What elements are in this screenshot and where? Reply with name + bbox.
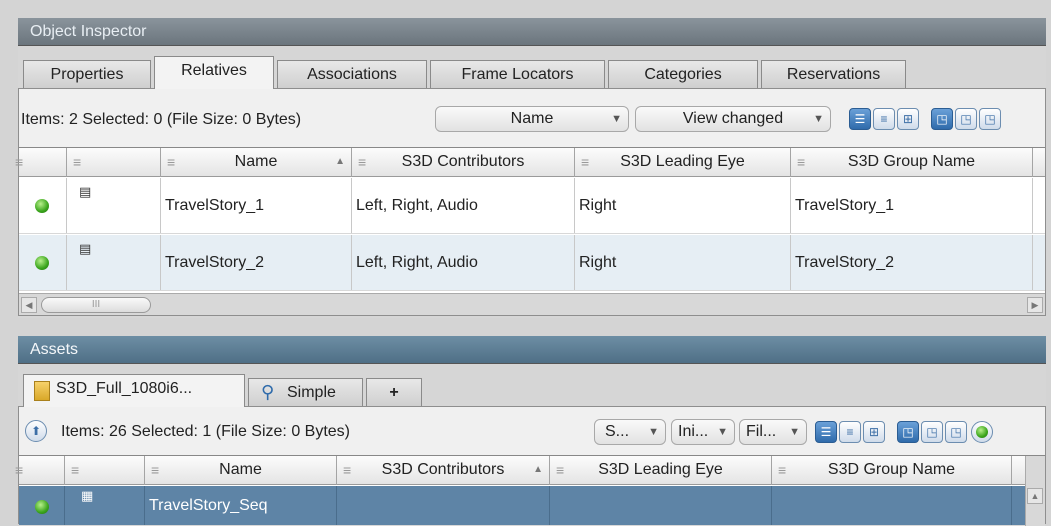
green-status-dot-icon	[35, 256, 49, 270]
status-column-header[interactable]: ≡	[15, 148, 67, 177]
group-object-icon: ▤	[79, 241, 91, 256]
panel-title: Assets	[18, 336, 1046, 364]
column-header-contributors[interactable]: ≡ S3D Contributors	[352, 148, 575, 177]
cell-group-name: TravelStory_1	[791, 178, 1033, 233]
large-panel-icon[interactable]: ◳	[931, 108, 953, 130]
column-header-group-name[interactable]: ≡ S3D Group Name	[791, 148, 1033, 177]
sort-dropdown[interactable]: Name ▼	[435, 106, 629, 132]
filter-dropdown-1[interactable]: S... ▼	[594, 419, 666, 445]
assets-content: ⬆ Items: 26 Selected: 1 (File Size: 0 By…	[15, 406, 1046, 526]
medium-panel-icon[interactable]: ◳	[955, 108, 977, 130]
column-header-name[interactable]: ≡ Name ▲	[161, 148, 352, 177]
tab-s3d-full[interactable]: S3D_Full_1080i6...	[23, 374, 245, 407]
thumbnail-view-icon[interactable]: ⊞	[897, 108, 919, 130]
table-header: ≡ ≡ ≡ Name ▲ ≡ S3D Contributors ≡ S3D Leadi…	[15, 148, 1045, 177]
table-header: ≡ ≡ ≡ Name ≡ S3D Contributors ▲ ≡ S3D Leadi…	[15, 456, 1045, 485]
add-tab-button[interactable]: +	[366, 378, 422, 406]
cell-leading-eye	[550, 486, 772, 525]
view-dropdown-value: View changed	[682, 110, 784, 127]
column-header-leading-eye[interactable]: ≡ S3D Leading Eye	[575, 148, 791, 177]
list-view-icon[interactable]: ☰	[815, 421, 837, 443]
sort-asc-icon: ▲	[335, 156, 345, 167]
sequence-icon: ▦	[81, 488, 93, 503]
inspector-toolbar: Items: 2 Selected: 0 (File Size: 0 Bytes…	[19, 89, 1045, 137]
status-light-icon[interactable]	[971, 421, 993, 443]
large-panel-icon[interactable]: ◳	[897, 421, 919, 443]
assets-table: ≡ ≡ ≡ Name ≡ S3D Contributors ▲ ≡ S3D Leadi…	[15, 455, 1045, 526]
sort-dropdown-value: Name	[510, 110, 554, 127]
cell-contributors	[337, 486, 550, 525]
tab-properties[interactable]: Properties	[23, 60, 151, 88]
green-status-dot-icon	[35, 500, 49, 514]
items-count-label: Items: 2 Selected: 0 (File Size: 0 Bytes…	[21, 111, 302, 128]
folder-icon	[34, 381, 50, 401]
cell-name: TravelStory_1	[161, 178, 352, 233]
horizontal-scrollbar[interactable]: ◀ III ▶	[19, 293, 1045, 315]
assets-tabs: S3D_Full_1080i6... ⚲ Simple +	[18, 374, 1046, 407]
table-row[interactable]: ▤ TravelStory_2 Left, Right, Audio Right…	[19, 235, 1045, 291]
tab-frame-locators[interactable]: Frame Locators	[430, 60, 605, 88]
table-row[interactable]: ▤ TravelStory_1 Left, Right, Audio Right…	[19, 178, 1045, 234]
column-header-name[interactable]: ≡ Name	[145, 456, 337, 485]
column-header-leading-eye[interactable]: ≡ S3D Leading Eye	[550, 456, 772, 485]
sort-asc-icon: ▲	[533, 464, 543, 475]
assets-panel: Assets S3D_Full_1080i6... ⚲ Simple + ⬆ I…	[15, 336, 1046, 526]
chevron-down-icon: ▼	[611, 113, 622, 125]
chevron-down-icon: ▼	[648, 426, 659, 438]
object-inspector-panel: Object Inspector Properties Relatives As…	[15, 18, 1046, 318]
tab-reservations[interactable]: Reservations	[761, 60, 906, 88]
cell-leading-eye: Right	[575, 235, 791, 290]
chevron-down-icon: ▼	[813, 113, 824, 125]
cell-group-name: TravelStory_2	[791, 235, 1033, 290]
medium-panel-icon[interactable]: ◳	[921, 421, 943, 443]
tab-categories[interactable]: Categories	[608, 60, 758, 88]
list-view-icon[interactable]: ☰	[849, 108, 871, 130]
small-panel-icon[interactable]: ◳	[945, 421, 967, 443]
green-status-dot-icon	[35, 199, 49, 213]
up-arrow-icon[interactable]: ⬆	[25, 420, 47, 442]
cell-group-name	[772, 486, 1012, 525]
detail-view-icon[interactable]: ≡	[873, 108, 895, 130]
items-count-label: Items: 26 Selected: 1 (File Size: 0 Byte…	[61, 423, 351, 440]
column-header-contributors[interactable]: ≡ S3D Contributors ▲	[337, 456, 550, 485]
detail-view-icon[interactable]: ≡	[839, 421, 861, 443]
status-column-header[interactable]: ≡	[15, 456, 65, 485]
inspector-tabs: Properties Relatives Associations Frame …	[18, 56, 1046, 89]
filter-dropdown-2[interactable]: Ini... ▼	[671, 419, 735, 445]
cell-name: TravelStory_Seq	[145, 486, 337, 525]
cell-contributors: Left, Right, Audio	[352, 235, 575, 290]
scroll-up-icon[interactable]: ▲	[1027, 488, 1043, 504]
icon-column-header[interactable]: ≡	[65, 456, 145, 485]
magnifier-icon: ⚲	[261, 382, 275, 402]
chevron-down-icon: ▼	[717, 426, 728, 438]
tab-associations[interactable]: Associations	[277, 60, 427, 88]
group-object-icon: ▤	[79, 184, 91, 199]
relatives-content: Items: 2 Selected: 0 (File Size: 0 Bytes…	[15, 88, 1046, 316]
column-header-group-name[interactable]: ≡ S3D Group Name	[772, 456, 1012, 485]
cell-name: TravelStory_2	[161, 235, 352, 290]
assets-toolbar: ⬆ Items: 26 Selected: 1 (File Size: 0 By…	[19, 407, 1045, 455]
small-panel-icon[interactable]: ◳	[979, 108, 1001, 130]
filter-dropdown-3[interactable]: Fil... ▼	[739, 419, 807, 445]
view-dropdown[interactable]: View changed ▼	[635, 106, 831, 132]
chevron-down-icon: ▼	[789, 426, 800, 438]
table-row[interactable]: ▦ TravelStory_Seq	[19, 486, 1045, 526]
vertical-scrollbar[interactable]: ▲	[1025, 456, 1045, 526]
tab-relatives[interactable]: Relatives	[154, 56, 274, 89]
panel-title: Object Inspector	[18, 18, 1046, 46]
cell-leading-eye: Right	[575, 178, 791, 233]
tab-simple[interactable]: ⚲ Simple	[248, 378, 363, 406]
thumbnail-view-icon[interactable]: ⊞	[863, 421, 885, 443]
relatives-table: ≡ ≡ ≡ Name ▲ ≡ S3D Contributors ≡ S3D Leadi…	[15, 147, 1045, 315]
scroll-right-icon[interactable]: ▶	[1027, 297, 1043, 313]
cell-contributors: Left, Right, Audio	[352, 178, 575, 233]
scroll-left-icon[interactable]: ◀	[21, 297, 37, 313]
scrollbar-thumb[interactable]: III	[41, 297, 151, 313]
